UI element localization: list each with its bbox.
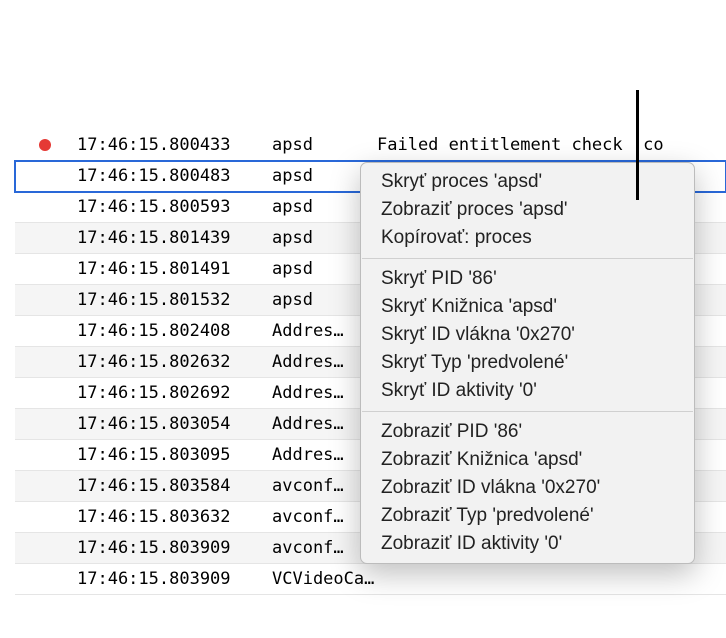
process-cell: VCVideoCaptureServer [INFO]… — [270, 569, 375, 589]
menu-item[interactable]: Zobraziť ID vlákna '0x270' — [361, 474, 694, 502]
menu-item[interactable]: Zobraziť Typ 'predvolené' — [361, 502, 694, 530]
timestamp-cell: 17:46:15.801439 — [75, 228, 270, 248]
menu-separator — [362, 411, 693, 412]
menu-item[interactable]: Zobraziť PID '86' — [361, 418, 694, 446]
timestamp-cell: 17:46:15.802408 — [75, 321, 270, 341]
timestamp-cell: 17:46:15.803632 — [75, 507, 270, 527]
timestamp-cell: 17:46:15.800433 — [75, 135, 270, 155]
timestamp-cell: 17:46:15.802692 — [75, 383, 270, 403]
menu-item[interactable]: Kopírovať: proces — [361, 224, 694, 252]
timestamp-cell: 17:46:15.803054 — [75, 414, 270, 434]
menu-item[interactable]: Skryť Knižnica 'apsd' — [361, 293, 694, 321]
timestamp-cell: 17:46:15.802632 — [75, 352, 270, 372]
message-cell: Failed entitlement check 'co — [375, 135, 726, 155]
menu-item[interactable]: Zobraziť Knižnica 'apsd' — [361, 446, 694, 474]
context-menu: Skryť proces 'apsd'Zobraziť proces 'apsd… — [360, 162, 695, 564]
menu-item[interactable]: Skryť proces 'apsd' — [361, 168, 694, 196]
menu-separator — [362, 258, 693, 259]
timestamp-cell: 17:46:15.801532 — [75, 290, 270, 310]
timestamp-cell: 17:46:15.803909 — [75, 538, 270, 558]
fault-dot-icon — [39, 139, 51, 151]
menu-item[interactable]: Skryť Typ 'predvolené' — [361, 349, 694, 377]
timestamp-cell: 17:46:15.803584 — [75, 476, 270, 496]
timestamp-cell: 17:46:15.800483 — [75, 166, 270, 186]
menu-item[interactable]: Zobraziť ID aktivity '0' — [361, 530, 694, 558]
process-cell: apsd — [270, 135, 375, 155]
timestamp-cell: 17:46:15.803909 — [75, 569, 270, 589]
menu-item[interactable]: Skryť PID '86' — [361, 265, 694, 293]
timestamp-cell: 17:46:15.803095 — [75, 445, 270, 465]
table-row[interactable]: 17:46:15.800433apsdFailed entitlement ch… — [15, 130, 726, 161]
menu-item[interactable]: Zobraziť proces 'apsd' — [361, 196, 694, 224]
menu-item[interactable]: Skryť ID vlákna '0x270' — [361, 321, 694, 349]
callout-line — [636, 90, 639, 200]
table-row[interactable]: 17:46:15.803909VCVideoCaptureServer [INF… — [15, 564, 726, 595]
timestamp-cell: 17:46:15.800593 — [75, 197, 270, 217]
row-indicator-cell — [15, 139, 75, 151]
menu-item[interactable]: Skryť ID aktivity '0' — [361, 377, 694, 405]
timestamp-cell: 17:46:15.801491 — [75, 259, 270, 279]
